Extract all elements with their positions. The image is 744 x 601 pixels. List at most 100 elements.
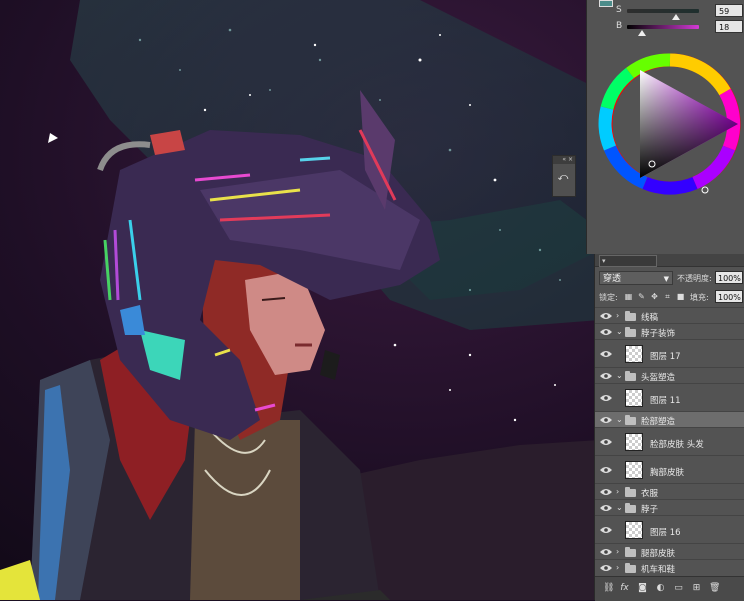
fill-label: 填充: xyxy=(690,293,709,302)
layer-filter-dropdown[interactable]: ▾ xyxy=(599,255,657,267)
folder-icon xyxy=(625,563,636,573)
chevron-down-icon: ▼ xyxy=(663,275,669,283)
blend-mode-select[interactable]: 穿透 ▼ xyxy=(599,271,673,285)
color-panel: S 59 B 18 xyxy=(586,0,744,254)
brightness-value-input[interactable]: 18 xyxy=(715,20,743,33)
folder-icon xyxy=(625,327,636,337)
adjustment-icon[interactable]: ◐ xyxy=(655,583,666,594)
layer-group-row[interactable]: › 线稿 xyxy=(595,307,744,323)
color-wheel[interactable] xyxy=(595,48,744,202)
folder-icon xyxy=(625,487,636,497)
visibility-eye-icon[interactable] xyxy=(600,416,612,424)
lock-all-icon[interactable]: ■ xyxy=(676,292,685,301)
layer-name: 衣服 xyxy=(641,489,659,499)
mask-icon[interactable]: ◙ xyxy=(637,583,648,594)
chevron-right-icon[interactable]: › xyxy=(616,311,619,320)
visibility-eye-icon[interactable] xyxy=(600,350,612,358)
layers-filter-bar: ▾ xyxy=(595,254,744,267)
chevron-down-icon[interactable]: ⌄ xyxy=(616,371,623,380)
brightness-label: B xyxy=(616,21,623,31)
folder-icon xyxy=(625,547,636,557)
chevron-down-icon[interactable]: ⌄ xyxy=(616,503,623,512)
layer-name: 图层 11 xyxy=(650,396,681,406)
layer-name: 脖子装饰 xyxy=(641,329,676,339)
saturation-value-input[interactable]: 59 xyxy=(715,4,743,17)
layer-group-row[interactable]: › 衣服 xyxy=(595,483,744,499)
layer-name: 脸部皮肤 头发 xyxy=(650,440,704,450)
chevron-right-icon[interactable]: › xyxy=(616,547,619,556)
visibility-eye-icon[interactable] xyxy=(600,466,612,474)
layer-thumbnail xyxy=(625,389,643,407)
lock-label: 锁定: xyxy=(599,293,618,302)
visibility-eye-icon[interactable] xyxy=(600,488,612,496)
layer-name: 图层 17 xyxy=(650,352,681,362)
layer-name: 头盔塑造 xyxy=(641,373,676,383)
opacity-input[interactable]: 100% xyxy=(715,271,743,284)
visibility-eye-icon[interactable] xyxy=(600,328,612,336)
fill-input[interactable]: 100% xyxy=(715,290,743,303)
chevron-down-icon[interactable]: ⌄ xyxy=(616,415,623,424)
layer-name: 腿部皮肤 xyxy=(641,549,676,559)
visibility-eye-icon[interactable] xyxy=(600,312,612,320)
saturation-slider-row: S 59 xyxy=(587,4,744,20)
visibility-eye-icon[interactable] xyxy=(600,394,612,402)
new-group-icon[interactable]: ▭ xyxy=(673,583,684,594)
visibility-eye-icon[interactable] xyxy=(600,548,612,556)
chevron-right-icon[interactable]: › xyxy=(616,487,619,496)
chevron-right-icon[interactable]: › xyxy=(616,563,619,572)
visibility-eye-icon[interactable] xyxy=(600,372,612,380)
panel-collapse-icon[interactable]: « × xyxy=(553,156,575,164)
layer-thumbnail xyxy=(625,433,643,451)
folder-icon xyxy=(625,415,636,425)
visibility-eye-icon[interactable] xyxy=(600,438,612,446)
visibility-eye-icon[interactable] xyxy=(600,564,612,572)
blend-row: 穿透 ▼ 不透明度: 100% xyxy=(595,268,744,288)
blend-mode-value: 穿透 xyxy=(603,274,622,284)
folder-icon xyxy=(625,311,636,321)
link-icon[interactable]: ⛓ xyxy=(603,583,614,594)
layer-thumbnail xyxy=(625,461,643,479)
brightness-slider-thumb[interactable] xyxy=(638,30,646,36)
layer-thumbnail xyxy=(625,345,643,363)
lock-paint-icon[interactable]: ✎ xyxy=(637,292,646,301)
lock-position-icon[interactable]: ✥ xyxy=(650,292,659,301)
trash-icon[interactable]: 🗑 xyxy=(709,583,720,594)
fx-icon[interactable]: fx xyxy=(619,583,630,594)
saturation-slider[interactable] xyxy=(627,9,699,13)
layer-name: 图层 16 xyxy=(650,528,681,538)
visibility-eye-icon[interactable] xyxy=(600,504,612,512)
layer-row[interactable]: 脸部皮肤 头发 xyxy=(595,427,744,455)
layer-group-row[interactable]: › 腿部皮肤 xyxy=(595,543,744,559)
folder-icon xyxy=(625,371,636,381)
layers-panel: ▾ 穿透 ▼ 不透明度: 100% 锁定: ▦ ✎ ✥ ⌗ ■ 填充: 100%… xyxy=(594,254,744,601)
layer-name: 线稿 xyxy=(641,313,659,323)
layer-name: 脸部塑造 xyxy=(641,417,676,427)
layer-group-row[interactable]: ⌄ 头盔塑造 xyxy=(595,367,744,383)
layer-name: 机车和鞋 xyxy=(641,565,676,575)
folder-icon xyxy=(625,503,636,513)
visibility-eye-icon[interactable] xyxy=(600,526,612,534)
floating-tool-panel: « × ⤺ xyxy=(552,155,576,197)
layer-row[interactable]: 图层 16 xyxy=(595,515,744,543)
new-layer-icon[interactable]: ⊞ xyxy=(691,583,702,594)
layer-group-row[interactable]: › 机车和鞋 xyxy=(595,559,744,575)
layer-name: 胸部皮肤 xyxy=(650,468,685,478)
layer-row[interactable]: 图层 17 xyxy=(595,339,744,367)
layer-group-row-selected[interactable]: ⌄ 脸部塑造 xyxy=(595,411,744,427)
lock-row: 锁定: ▦ ✎ ✥ ⌗ ■ 填充: 100% xyxy=(595,288,744,308)
layers-bottom-toolbar: ⛓ fx ◙ ◐ ▭ ⊞ 🗑 xyxy=(595,576,744,601)
layer-row[interactable]: 图层 11 xyxy=(595,383,744,411)
lock-artboard-icon[interactable]: ⌗ xyxy=(663,292,672,301)
layer-group-row[interactable]: ⌄ 脖子 xyxy=(595,499,744,515)
saturation-label: S xyxy=(616,5,622,15)
brightness-slider-row: B 18 xyxy=(587,20,744,36)
history-brush-icon[interactable]: ⤺ xyxy=(556,170,570,186)
brightness-slider[interactable] xyxy=(627,25,699,29)
lock-transparent-icon[interactable]: ▦ xyxy=(624,292,633,301)
chevron-down-icon[interactable]: ⌄ xyxy=(616,327,623,336)
layer-group-row[interactable]: ⌄ 脖子装饰 xyxy=(595,323,744,339)
opacity-label: 不透明度: xyxy=(677,274,712,283)
layer-row[interactable]: 胸部皮肤 xyxy=(595,455,744,483)
layer-thumbnail xyxy=(625,521,643,539)
layer-name: 脖子 xyxy=(641,505,659,515)
